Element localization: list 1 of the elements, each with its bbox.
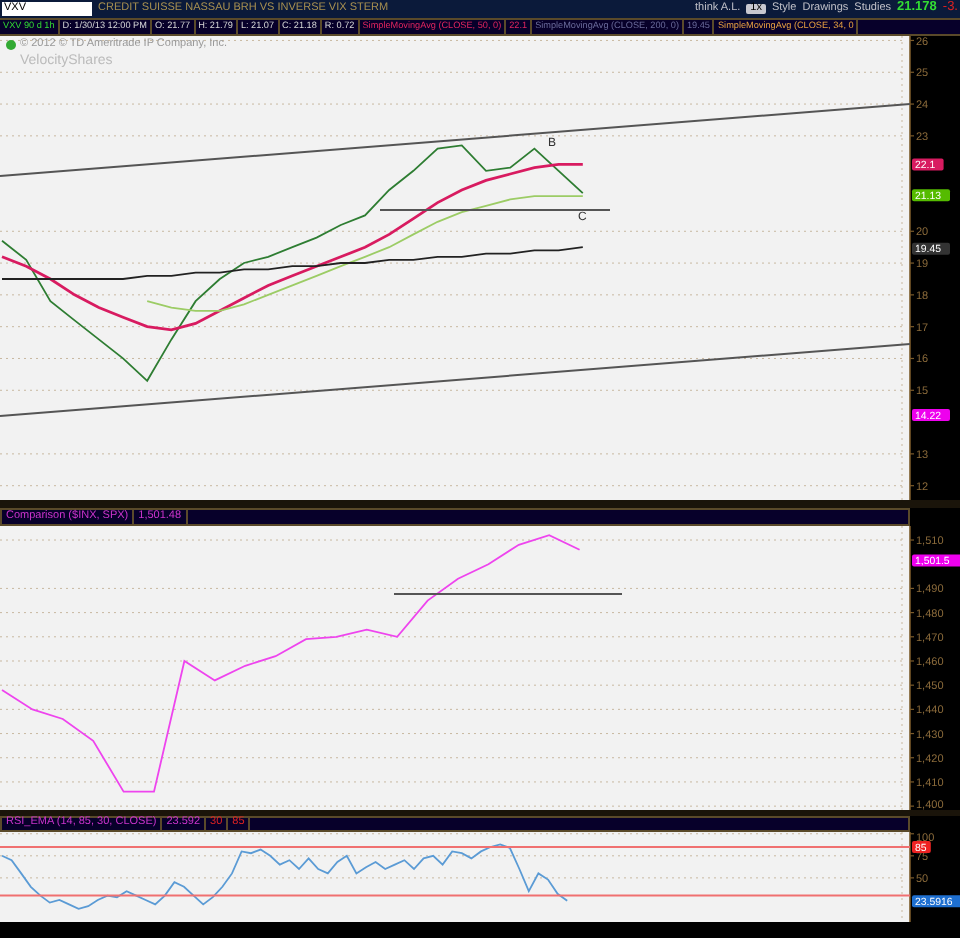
logo-icon xyxy=(6,40,16,51)
